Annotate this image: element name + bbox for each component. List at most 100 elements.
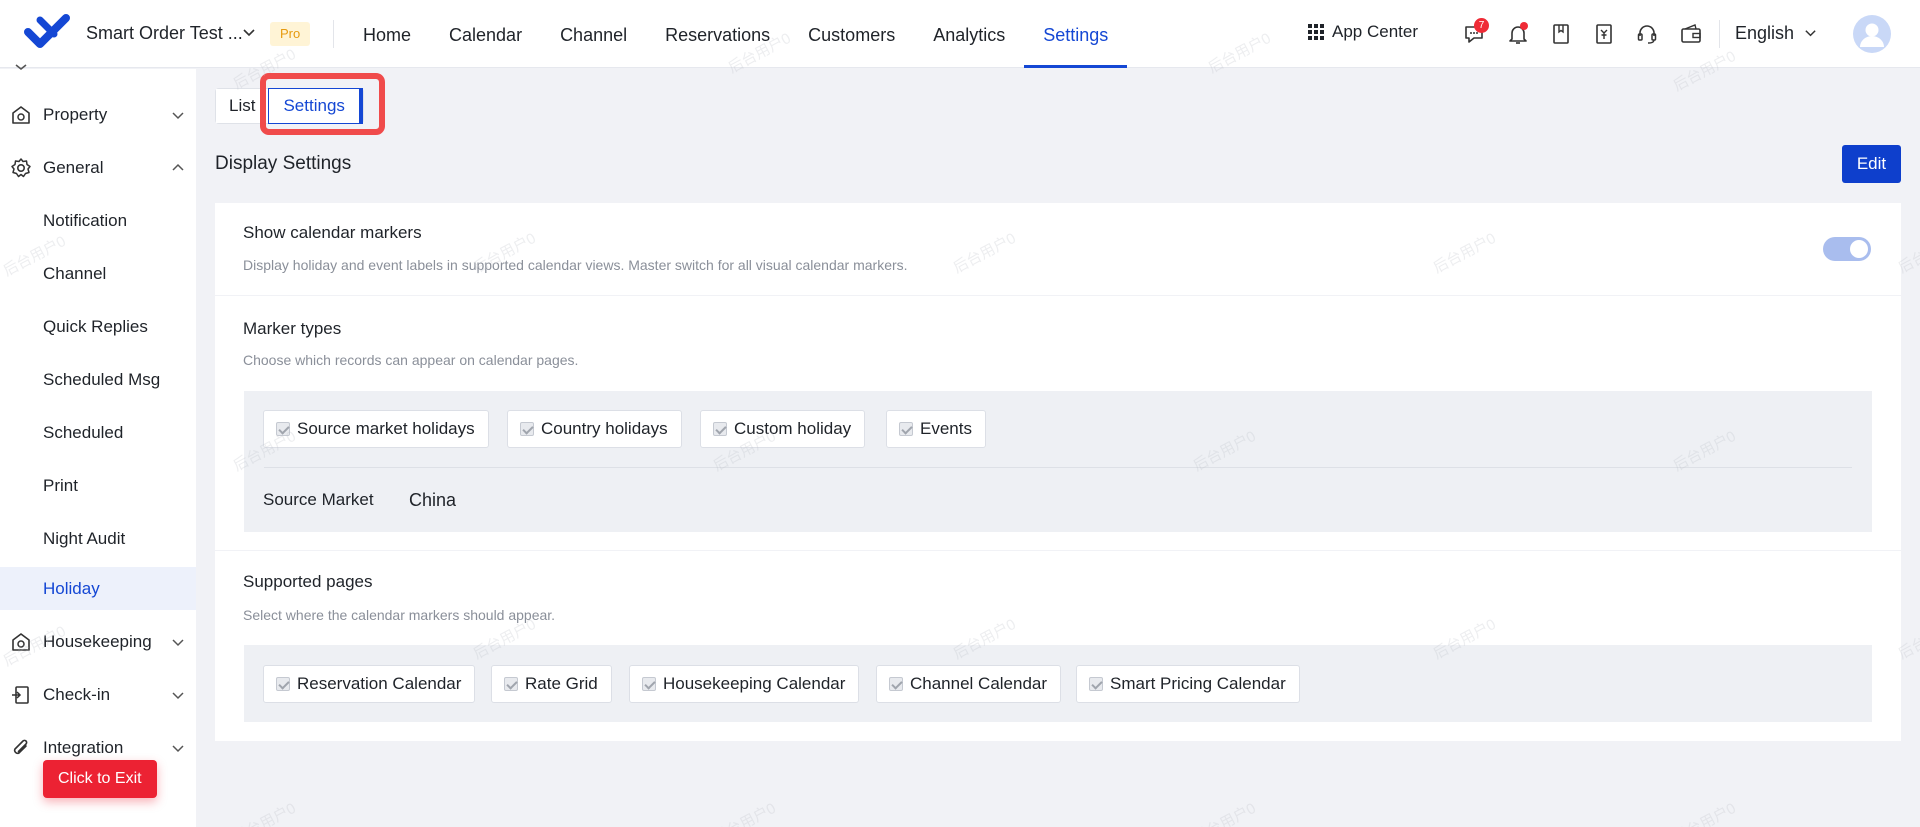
bookmark-icon[interactable] <box>1549 22 1573 46</box>
paperclip-icon <box>13 739 28 755</box>
sidebar-group-housekeeping[interactable]: Housekeeping <box>0 620 196 664</box>
top-bar: Smart Order Test ... Pro Home Calendar C… <box>0 0 1920 68</box>
divider <box>264 467 1852 468</box>
checkbox-label: Custom holiday <box>734 419 852 438</box>
wallet-icon[interactable] <box>1679 22 1703 46</box>
checkbox-rate-grid[interactable]: Rate Grid <box>491 665 612 703</box>
property-name[interactable]: Smart Order Test ... <box>86 23 243 44</box>
view-tabs: List Settings <box>215 88 364 124</box>
page-title: Display Settings <box>215 153 352 174</box>
chevron-down-icon <box>15 64 27 71</box>
checkbox-label: Housekeeping Calendar <box>663 674 846 693</box>
invoice-icon[interactable] <box>1592 22 1616 46</box>
checkbox-label: Country holidays <box>541 419 668 438</box>
sidebar: Property General Notification Channel Qu… <box>0 64 196 827</box>
checkbox-icon <box>899 422 913 436</box>
sidebar-item-scheduled-msg[interactable]: Scheduled Msg <box>0 358 196 402</box>
chevron-down-icon <box>172 112 184 120</box>
checkbox-label: Smart Pricing Calendar <box>1110 674 1286 693</box>
source-market-value: China <box>409 490 457 510</box>
sidebar-item-quick-replies[interactable]: Quick Replies <box>0 305 196 349</box>
checkbox-icon <box>276 422 290 436</box>
sidebar-group-property[interactable]: Property <box>0 93 196 137</box>
checkbox-icon <box>889 677 903 691</box>
nav-home[interactable]: Home <box>344 0 430 68</box>
checkbox-channel-calendar[interactable]: Channel Calendar <box>876 665 1062 703</box>
nav-calendar[interactable]: Calendar <box>430 0 541 68</box>
checkbox-smart-pricing-calendar[interactable]: Smart Pricing Calendar <box>1076 665 1300 703</box>
gear-icon <box>11 158 31 178</box>
watermark: 后台用户0 <box>230 799 299 827</box>
source-market-label: Source Market <box>263 490 374 509</box>
housekeeping-icon <box>12 633 30 651</box>
checkbox-icon <box>642 677 656 691</box>
property-icon <box>12 106 30 124</box>
sidebar-group-general[interactable]: General <box>0 146 196 190</box>
pro-badge: Pro <box>270 22 311 46</box>
checkbox-events[interactable]: Events <box>886 410 986 448</box>
marker-types-title: Marker types <box>243 319 342 338</box>
checkbox-label: Source market holidays <box>297 419 475 438</box>
supported-pages-description: Select where the calendar markers should… <box>243 607 556 623</box>
chevron-down-icon <box>172 639 184 647</box>
nav-analytics[interactable]: Analytics <box>914 0 1024 68</box>
edit-button[interactable]: Edit <box>1842 145 1901 183</box>
app-center-button[interactable]: App Center <box>1308 22 1418 42</box>
grid-icon <box>1308 24 1324 40</box>
check-in-icon <box>12 686 29 704</box>
checkbox-housekeeping-calendar[interactable]: Housekeeping Calendar <box>629 665 860 703</box>
divider <box>1719 20 1720 48</box>
logo-icon[interactable] <box>24 12 70 52</box>
checkbox-label: Rate Grid <box>525 674 598 693</box>
watermark: 后台用户0 <box>710 799 779 827</box>
main-nav: Home Calendar Channel Reservations Custo… <box>344 0 1128 68</box>
marker-types-description: Choose which records can appear on calen… <box>243 352 579 368</box>
sidebar-item-channel[interactable]: Channel <box>0 252 196 296</box>
sidebar-group-check-in[interactable]: Check-in <box>0 673 196 717</box>
supported-pages-title: Supported pages <box>243 572 373 591</box>
checkbox-icon <box>276 677 290 691</box>
nav-reservations[interactable]: Reservations <box>646 0 789 68</box>
sidebar-item-night-audit[interactable]: Night Audit <box>0 517 196 561</box>
message-count-badge: 7 <box>1474 18 1489 33</box>
sidebar-group-label: Check-in <box>43 685 111 704</box>
sidebar-item-holiday[interactable]: Holiday <box>0 567 196 610</box>
checkbox-source-market-holidays[interactable]: Source market holidays <box>263 410 489 448</box>
language-selector[interactable]: English <box>1735 23 1817 44</box>
show-markers-description: Display holiday and event labels in supp… <box>243 257 908 273</box>
sidebar-item-print[interactable]: Print <box>0 464 196 508</box>
nav-settings[interactable]: Settings <box>1024 0 1128 68</box>
watermark: 后台用户0 <box>1670 799 1739 827</box>
checkbox-icon <box>504 677 518 691</box>
checkbox-label: Channel Calendar <box>910 674 1048 693</box>
show-markers-title: Show calendar markers <box>243 223 422 242</box>
user-icon <box>1860 23 1884 47</box>
nav-customers[interactable]: Customers <box>789 0 914 68</box>
headset-icon[interactable] <box>1635 22 1659 46</box>
sidebar-group-label: Integration <box>43 738 124 757</box>
exit-button[interactable]: Click to Exit <box>43 760 157 798</box>
sidebar-item-notification[interactable]: Notification <box>0 199 196 243</box>
chevron-up-icon <box>172 163 184 171</box>
watermark: 后台用户0 <box>1190 799 1259 827</box>
tab-list[interactable]: List <box>216 89 269 123</box>
language-label: English <box>1735 23 1795 43</box>
nav-channel[interactable]: Channel <box>541 0 646 68</box>
checkbox-country-holidays[interactable]: Country holidays <box>507 410 682 448</box>
show-markers-card: Show calendar markers Display holiday an… <box>215 203 1901 295</box>
show-markers-toggle[interactable] <box>1823 237 1871 261</box>
checkbox-label: Events <box>920 419 972 438</box>
tab-settings[interactable]: Settings <box>268 88 363 124</box>
sidebar-group-label: Housekeeping <box>43 632 152 651</box>
sidebar-item-scheduled[interactable]: Scheduled <box>0 411 196 455</box>
checkbox-reservation-calendar[interactable]: Reservation Calendar <box>263 665 476 703</box>
checkbox-icon <box>1089 677 1103 691</box>
checkbox-custom-holiday[interactable]: Custom holiday <box>700 410 866 448</box>
checkbox-icon <box>713 422 727 436</box>
chevron-down-icon <box>172 692 184 700</box>
avatar[interactable] <box>1853 15 1891 53</box>
chevron-down-icon[interactable] <box>242 26 256 40</box>
divider <box>333 20 334 48</box>
sidebar-group-label: Property <box>43 105 108 124</box>
app-center-label: App Center <box>1332 22 1418 41</box>
